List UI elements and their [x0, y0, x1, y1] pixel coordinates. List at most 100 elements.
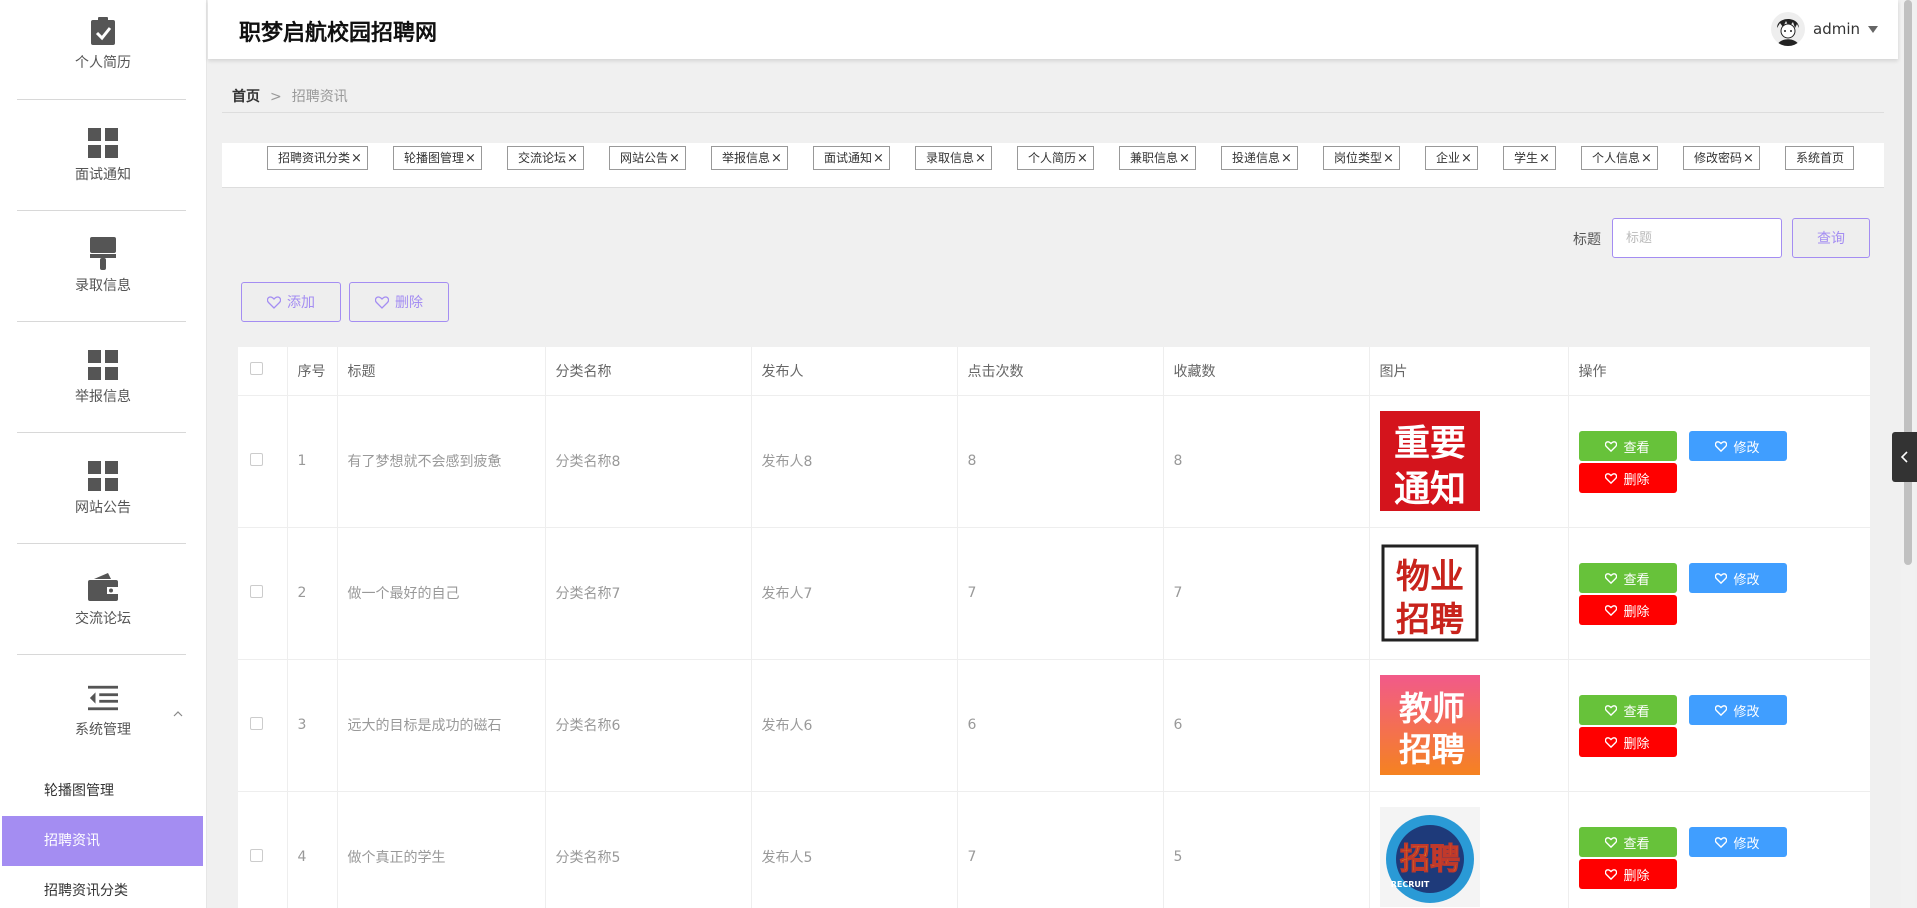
close-icon[interactable]: ×: [1281, 151, 1292, 166]
tabs-bar: 招聘资讯分类× 轮播图管理× 交流论坛× 网站公告× 举报信息× 面试通知× 录…: [222, 143, 1884, 187]
thumbnail-image[interactable]: 招聘 RECRUIT: [1379, 807, 1480, 907]
batch-delete-button[interactable]: 删除: [349, 282, 449, 322]
tab-change-password[interactable]: 修改密码×: [1683, 146, 1760, 170]
sidebar-item-forum[interactable]: 交流论坛: [0, 544, 206, 655]
sidebar-item-admission[interactable]: 录取信息: [0, 211, 206, 322]
cell-category: 分类名称6: [545, 659, 752, 792]
row-checkbox[interactable]: [250, 584, 263, 598]
close-icon[interactable]: ×: [567, 151, 578, 166]
sidebar-item-system[interactable]: 系统管理: [0, 655, 206, 766]
search-input[interactable]: [1612, 218, 1782, 258]
side-panel-toggle[interactable]: [1892, 432, 1917, 482]
delete-button[interactable]: 删除: [1578, 727, 1677, 757]
close-icon[interactable]: ×: [1641, 151, 1652, 166]
column-header: 分类名称: [545, 347, 752, 396]
cell-category: 分类名称5: [545, 791, 752, 908]
add-button[interactable]: 添加: [241, 282, 341, 322]
row-checkbox[interactable]: [250, 716, 263, 730]
query-button[interactable]: 查询: [1792, 218, 1870, 258]
thumbnail-image[interactable]: 教师 招聘: [1379, 675, 1480, 775]
tab-delivery[interactable]: 投递信息×: [1221, 146, 1298, 170]
grid-icon: [88, 349, 118, 380]
tab-home[interactable]: 系统首页: [1785, 146, 1855, 170]
sidebar-item-resume[interactable]: 个人简历: [0, 0, 206, 100]
thumb-text: 重要: [1393, 423, 1465, 464]
close-icon[interactable]: ×: [1743, 151, 1754, 166]
thumbnail-image[interactable]: 重要 通知: [1379, 411, 1480, 511]
heart-icon: [1605, 572, 1618, 584]
close-icon[interactable]: ×: [1539, 151, 1550, 166]
close-icon[interactable]: ×: [465, 151, 476, 166]
close-icon[interactable]: ×: [351, 151, 362, 166]
heart-icon: [1605, 868, 1618, 880]
row-checkbox[interactable]: [250, 452, 263, 466]
brush-icon: [88, 236, 118, 270]
delete-label: 删除: [1623, 868, 1650, 884]
edit-button[interactable]: 修改: [1688, 827, 1787, 857]
edit-label: 修改: [1733, 440, 1760, 456]
user-menu[interactable]: admin: [1771, 12, 1878, 46]
tab-news-category[interactable]: 招聘资讯分类×: [267, 146, 368, 170]
tab-carousel[interactable]: 轮播图管理×: [393, 146, 482, 170]
edit-button[interactable]: 修改: [1688, 695, 1787, 725]
breadcrumb-current: 招聘资讯: [291, 89, 348, 105]
tab-label: 面试通知: [824, 151, 873, 165]
menu-indent-icon: [88, 683, 118, 713]
tab-label: 个人信息: [1592, 151, 1641, 165]
tab-admission[interactable]: 录取信息×: [915, 146, 992, 170]
close-icon[interactable]: ×: [669, 151, 680, 166]
thumb-text: RECRUIT: [1390, 880, 1429, 889]
tab-report[interactable]: 举报信息×: [711, 146, 788, 170]
sidebar-item-label: 个人简历: [75, 55, 131, 71]
caret-down-icon: [1868, 25, 1878, 33]
view-button[interactable]: 查看: [1578, 695, 1677, 725]
tab-company[interactable]: 企业×: [1425, 146, 1478, 170]
tab-label: 岗位类型: [1334, 151, 1383, 165]
delete-button[interactable]: 删除: [1578, 463, 1677, 493]
tab-student[interactable]: 学生×: [1503, 146, 1556, 170]
tab-personal-info[interactable]: 个人信息×: [1581, 146, 1658, 170]
tab-forum[interactable]: 交流论坛×: [507, 146, 584, 170]
tab-label: 学生: [1514, 151, 1539, 165]
tab-resume[interactable]: 个人简历×: [1017, 146, 1094, 170]
tab-announcement[interactable]: 网站公告×: [609, 146, 686, 170]
divider: [222, 112, 1884, 113]
delete-button-label: 删除: [395, 295, 423, 311]
view-button[interactable]: 查看: [1578, 827, 1677, 857]
view-button[interactable]: 查看: [1578, 563, 1677, 593]
search-label: 标题: [1573, 232, 1601, 248]
tab-position-type[interactable]: 岗位类型×: [1323, 146, 1400, 170]
view-button[interactable]: 查看: [1578, 431, 1677, 461]
tab-interview[interactable]: 面试通知×: [813, 146, 890, 170]
sidebar-subitem-news-category[interactable]: 招聘资讯分类: [2, 866, 203, 908]
breadcrumb-home[interactable]: 首页: [232, 89, 260, 105]
sidebar-subitem-carousel[interactable]: 轮播图管理: [2, 766, 203, 816]
view-label: 查看: [1623, 836, 1650, 852]
close-icon[interactable]: ×: [771, 151, 782, 166]
thumbnail-image[interactable]: 物业 招聘: [1379, 543, 1480, 643]
edit-button[interactable]: 修改: [1688, 563, 1787, 593]
close-icon[interactable]: ×: [975, 151, 986, 166]
sidebar-item-interview[interactable]: 面试通知: [0, 100, 206, 211]
sidebar-item-announcement[interactable]: 网站公告: [0, 433, 206, 544]
close-icon[interactable]: ×: [1461, 151, 1472, 166]
tab-label: 网站公告: [620, 151, 669, 165]
column-header: 序号: [287, 347, 338, 396]
close-icon[interactable]: ×: [1077, 151, 1088, 166]
close-icon[interactable]: ×: [1179, 151, 1190, 166]
sidebar-item-report[interactable]: 举报信息: [0, 322, 206, 433]
close-icon[interactable]: ×: [1383, 151, 1394, 166]
cell-publisher: 发布人6: [751, 659, 958, 792]
row-checkbox[interactable]: [250, 848, 263, 862]
select-cell: [238, 659, 288, 792]
cell-favorites: 6: [1163, 659, 1370, 792]
delete-button[interactable]: 删除: [1578, 595, 1677, 625]
delete-button[interactable]: 删除: [1578, 859, 1677, 889]
edit-button[interactable]: 修改: [1688, 431, 1787, 461]
sidebar-subitem-recruit-news[interactable]: 招聘资讯: [2, 816, 203, 866]
tab-parttime[interactable]: 兼职信息×: [1119, 146, 1196, 170]
close-icon[interactable]: ×: [873, 151, 884, 166]
sidebar: 个人简历 面试通知 录取信息 举报信息 网站公告 交流论坛 系统管理 轮播图管理…: [0, 0, 207, 908]
select-all-checkbox[interactable]: [250, 362, 263, 376]
cell-publisher: 发布人7: [751, 527, 958, 660]
